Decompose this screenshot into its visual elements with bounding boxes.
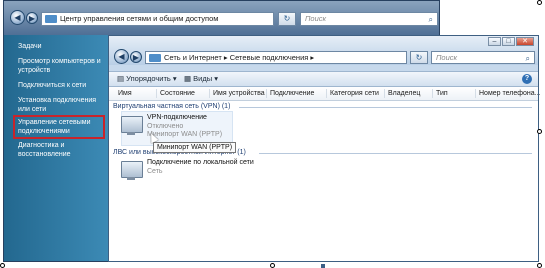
column-phone[interactable]: Номер телефона... bbox=[475, 89, 541, 98]
column-type[interactable]: Тип bbox=[432, 89, 448, 98]
connection-status: Сеть bbox=[147, 167, 163, 175]
sidebar-item-view-computers[interactable]: Просмотр компьютеров и устройств bbox=[18, 57, 106, 75]
back-search-placeholder: Поиск bbox=[305, 14, 327, 23]
connection-device: Минипорт WAN (PPTP) bbox=[147, 131, 223, 138]
forward-icon[interactable]: ▶ bbox=[130, 51, 142, 63]
network-connections-window: – □ ✕ ◀ ▶ Сеть и Интернет ▸ Сетевые подк… bbox=[108, 35, 541, 262]
resize-handle[interactable] bbox=[537, 129, 542, 134]
tooltip: Минипорт WAN (PPTP) bbox=[153, 142, 237, 153]
front-search-input[interactable]: Поиск ⌕ bbox=[431, 51, 535, 64]
window-controls: – □ ✕ bbox=[487, 37, 534, 46]
back-icon[interactable]: ◀ bbox=[10, 10, 25, 25]
command-bar: ▤ Упорядочить ▾ ▦ Виды ▾ ? bbox=[109, 71, 538, 87]
group-divider bbox=[239, 107, 532, 108]
resize-handle[interactable] bbox=[537, 0, 542, 5]
group-header-vpn[interactable]: Виртуальная частная сеть (VPN) (1) bbox=[113, 102, 230, 111]
back-search-input[interactable]: Поиск ⌕ bbox=[300, 12, 438, 26]
breadcrumb-network[interactable]: Сеть и Интернет bbox=[164, 53, 222, 62]
column-headers: Имя Состояние Имя устройства Подключение… bbox=[109, 87, 541, 101]
column-owner[interactable]: Владелец bbox=[384, 89, 420, 98]
sidebar-heading-tasks: Задачи bbox=[18, 43, 42, 50]
maximize-button[interactable]: □ bbox=[502, 37, 515, 46]
column-status[interactable]: Состояние bbox=[156, 89, 195, 98]
refresh-icon[interactable]: ↻ bbox=[410, 51, 428, 64]
back-address-bar[interactable]: Центр управления сетями и общим доступом bbox=[41, 12, 274, 26]
views-button[interactable]: ▦ Виды ▾ bbox=[184, 74, 218, 84]
list-item[interactable]: VPN-подключение Отключено Минипорт WAN (… bbox=[147, 114, 222, 140]
close-button[interactable]: ✕ bbox=[516, 37, 534, 46]
column-connection[interactable]: Подключение bbox=[266, 89, 314, 98]
back-window-toolbar: ◀ ▶ Центр управления сетями и общим дост… bbox=[4, 1, 439, 35]
chevron-down-icon: ▾ bbox=[212, 74, 218, 83]
resize-handle[interactable] bbox=[537, 263, 542, 268]
folder-icon bbox=[45, 15, 57, 23]
group-divider bbox=[259, 153, 532, 154]
views-icon: ▦ bbox=[184, 74, 194, 83]
organize-icon: ▤ bbox=[117, 74, 127, 83]
chevron-right-icon[interactable]: ▸ bbox=[310, 53, 314, 62]
search-icon[interactable]: ⌕ bbox=[429, 14, 433, 26]
list-item[interactable]: Подключение по локальной сети Сеть bbox=[147, 159, 254, 176]
column-name[interactable]: Имя bbox=[115, 89, 132, 98]
column-device[interactable]: Имя устройства bbox=[209, 89, 265, 98]
column-category[interactable]: Категория сети bbox=[326, 89, 379, 98]
sidebar-item-setup-connection[interactable]: Установка подключения или сети bbox=[18, 96, 106, 114]
sidebar-item-diagnostics[interactable]: Диагностика и восстановление bbox=[18, 141, 106, 159]
resize-handle[interactable] bbox=[270, 263, 275, 268]
network-connection-icon bbox=[121, 116, 143, 135]
network-connection-icon bbox=[121, 161, 143, 180]
refresh-icon[interactable]: ↻ bbox=[278, 12, 296, 26]
front-address-bar[interactable]: Сеть и Интернет ▸ Сетевые подключения ▸ bbox=[145, 51, 407, 64]
forward-icon[interactable]: ▶ bbox=[26, 12, 38, 24]
breadcrumb-connections[interactable]: Сетевые подключения bbox=[230, 53, 309, 62]
views-label: Виды bbox=[193, 74, 213, 83]
back-icon[interactable]: ◀ bbox=[114, 49, 129, 64]
sidebar-item-connect[interactable]: Подключиться к сети bbox=[18, 81, 106, 90]
organize-label: Упорядочить bbox=[126, 74, 171, 83]
highlight-frame bbox=[13, 115, 105, 139]
resize-handle[interactable] bbox=[0, 263, 5, 268]
minimize-button[interactable]: – bbox=[488, 37, 501, 46]
connection-name: VPN-подключение bbox=[147, 114, 207, 121]
folder-icon bbox=[149, 54, 161, 62]
chevron-down-icon: ▾ bbox=[170, 74, 177, 83]
back-address-text: Центр управления сетями и общим доступом bbox=[60, 14, 219, 23]
connection-status: Отключено bbox=[147, 122, 184, 130]
front-search-placeholder: Поиск bbox=[436, 53, 458, 62]
help-icon[interactable]: ? bbox=[522, 74, 532, 84]
back-sidebar: Задачи Просмотр компьютеров и устройств … bbox=[4, 35, 108, 261]
file-list: Имя Состояние Имя устройства Подключение… bbox=[109, 87, 541, 261]
front-window-header: – □ ✕ ◀ ▶ Сеть и Интернет ▸ Сетевые подк… bbox=[109, 36, 538, 65]
organize-button[interactable]: ▤ Упорядочить ▾ bbox=[117, 74, 177, 84]
connection-name: Подключение по локальной сети bbox=[147, 159, 254, 166]
resize-handle[interactable] bbox=[321, 264, 325, 268]
search-icon[interactable]: ⌕ bbox=[526, 53, 530, 65]
